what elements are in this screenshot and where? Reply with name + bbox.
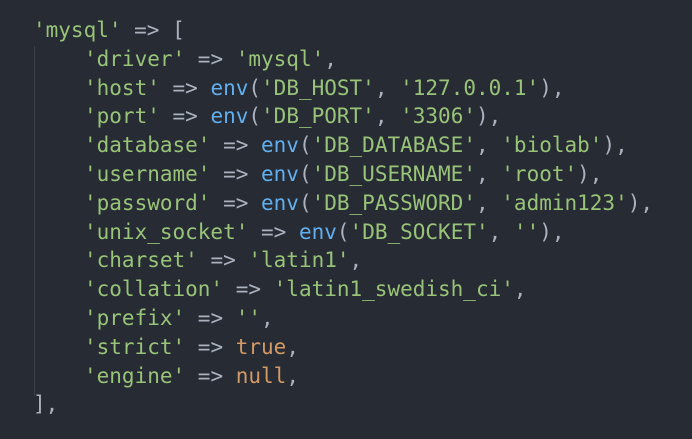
- code-line-unix-socket: 'unix_socket' => env('DB_SOCKET', ''),: [84, 219, 565, 244]
- value-strict: true: [235, 334, 287, 359]
- code-line-charset: 'charset' => 'latin1',: [84, 248, 363, 273]
- key-unix-socket: 'unix_socket': [84, 219, 249, 244]
- value-charset: 'latin1': [248, 248, 350, 273]
- array-key-mysql: 'mysql': [33, 18, 122, 42]
- env-key-password: 'DB_PASSWORD': [311, 190, 476, 215]
- code-line-prefix: 'prefix' => '',: [84, 305, 274, 330]
- code-line-driver: 'driver' => 'mysql',: [84, 46, 337, 71]
- code-line-engine: 'engine' => null,: [84, 363, 299, 388]
- key-database: 'database': [84, 133, 211, 158]
- env-key-socket: 'DB_SOCKET': [349, 219, 489, 244]
- default-database: 'biolab': [501, 133, 603, 158]
- env-function: env: [210, 75, 249, 100]
- value-prefix: '': [235, 305, 262, 330]
- env-key-port: 'DB_PORT': [261, 104, 375, 129]
- default-socket: '': [513, 219, 540, 244]
- key-username: 'username': [84, 161, 211, 186]
- code-line-host: 'host' => env('DB_HOST', '127.0.0.1'),: [84, 75, 565, 100]
- env-key-host: 'DB_HOST': [261, 75, 375, 100]
- key-engine: 'engine': [84, 363, 186, 388]
- default-host: '127.0.0.1': [400, 75, 540, 100]
- key-prefix: 'prefix': [84, 305, 186, 330]
- code-line-1: 'mysql' => [: [33, 16, 653, 45]
- key-host: 'host': [84, 75, 160, 100]
- env-key-database: 'DB_DATABASE': [311, 133, 476, 158]
- env-key-username: 'DB_USERNAME': [311, 161, 476, 186]
- env-function: env: [210, 104, 249, 129]
- code-editor[interactable]: 'mysql' => [ 'driver' => 'mysql', 'host'…: [0, 0, 692, 439]
- key-password: 'password': [84, 190, 211, 215]
- code-line-database: 'database' => env('DB_DATABASE', 'biolab…: [84, 133, 628, 158]
- code-block[interactable]: 'mysql' => [ 'driver' => 'mysql', 'host'…: [33, 16, 653, 419]
- default-username: 'root': [501, 161, 578, 186]
- code-line-port: 'port' => env('DB_PORT', '3306'),: [84, 104, 502, 129]
- default-password: 'admin123': [501, 190, 628, 215]
- code-line-collation: 'collation' => 'latin1_swedish_ci',: [84, 277, 527, 302]
- code-line-close: ],: [33, 390, 653, 419]
- key-collation: 'collation': [84, 277, 224, 302]
- value-driver: 'mysql': [235, 46, 325, 71]
- open-bracket: [: [172, 18, 185, 42]
- env-function: env: [261, 190, 299, 215]
- env-function: env: [298, 219, 337, 244]
- close-bracket: ],: [33, 392, 59, 417]
- key-driver: 'driver': [84, 46, 186, 71]
- env-function: env: [261, 161, 299, 186]
- code-line-username: 'username' => env('DB_USERNAME', 'root')…: [84, 161, 603, 186]
- arrow-operator: =>: [121, 18, 173, 42]
- key-strict: 'strict': [84, 334, 186, 359]
- default-port: '3306': [400, 104, 476, 129]
- key-port: 'port': [84, 104, 160, 129]
- env-function: env: [261, 133, 299, 158]
- value-engine: null: [235, 363, 287, 388]
- key-charset: 'charset': [84, 248, 198, 273]
- value-collation: 'latin1_swedish_ci': [273, 277, 514, 302]
- code-line-password: 'password' => env('DB_PASSWORD', 'admin1…: [84, 190, 654, 215]
- code-line-strict: 'strict' => true,: [84, 334, 299, 359]
